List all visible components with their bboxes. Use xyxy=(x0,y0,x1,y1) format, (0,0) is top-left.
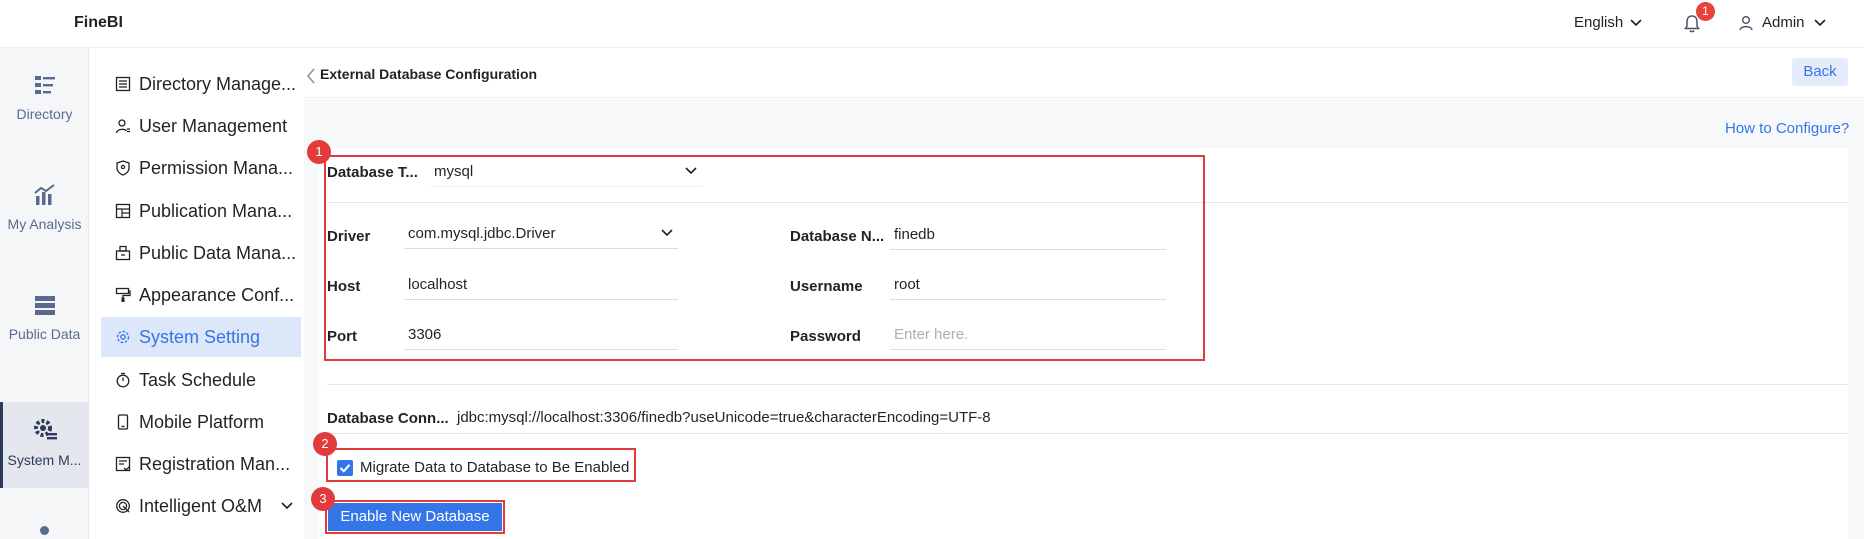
menu-item-task-schedule[interactable]: Task Schedule xyxy=(101,360,301,400)
directory-icon xyxy=(34,76,55,94)
top-bar: FineBI English 1 Admin xyxy=(0,0,1864,48)
rail-item-my-analysis[interactable]: My Analysis xyxy=(0,182,89,268)
annotation-box-1 xyxy=(324,155,1205,361)
language-label: English xyxy=(1574,14,1624,31)
gear-icon xyxy=(116,330,130,344)
menu-item-label: Registration Man... xyxy=(139,453,291,474)
connection-url-value: jdbc:mysql://localhost:3306/finedb?useUn… xyxy=(457,409,991,426)
menu-item-permission-management[interactable]: Permission Mana... xyxy=(101,148,301,188)
brush-icon xyxy=(115,287,131,302)
user-icon xyxy=(115,119,130,134)
rail-label: Public Data xyxy=(8,326,81,342)
rail-label: Directory xyxy=(16,106,73,122)
page-title: External Database Configuration xyxy=(320,66,538,82)
menu-item-label: Intelligent O&M xyxy=(139,495,263,516)
rail-item-directory[interactable]: Directory xyxy=(0,72,89,158)
more-dot-icon xyxy=(40,526,49,535)
menu-item-registration-management[interactable]: Registration Man... xyxy=(101,444,301,484)
connection-url-label: Database Conn... xyxy=(327,410,449,427)
rail-item-system-management[interactable]: System M... xyxy=(0,402,89,488)
divider xyxy=(327,433,1848,434)
menu-item-mobile-platform[interactable]: Mobile Platform xyxy=(101,402,301,442)
menu-item-label: Appearance Conf... xyxy=(139,284,295,305)
menu-item-label: Mobile Platform xyxy=(139,411,265,432)
fingerprint-icon xyxy=(116,499,130,513)
system-management-icon xyxy=(33,419,57,440)
menu-item-system-setting[interactable]: System Setting xyxy=(101,317,301,357)
annotation-box-2 xyxy=(326,448,636,482)
package-icon xyxy=(115,245,131,261)
user-name: Admin xyxy=(1762,14,1805,31)
menu-item-public-data-management[interactable]: Public Data Mana... xyxy=(101,233,301,273)
menu-item-label: Task Schedule xyxy=(139,369,257,390)
divider xyxy=(327,384,1848,385)
menu-item-publication-management[interactable]: Publication Mana... xyxy=(101,191,301,231)
user-menu[interactable]: Admin xyxy=(1738,14,1827,31)
layout-icon xyxy=(115,203,131,219)
menu-item-intelligent-om[interactable]: Intelligent O&M xyxy=(101,486,301,526)
analysis-icon xyxy=(33,184,55,205)
annotation-badge-2: 2 xyxy=(313,432,337,456)
menu-item-label: Publication Mana... xyxy=(139,200,293,221)
shield-icon xyxy=(116,160,130,176)
timer-icon xyxy=(116,372,130,388)
chevron-down-icon xyxy=(1813,18,1826,26)
back-button[interactable]: Back xyxy=(1792,58,1848,86)
public-data-icon xyxy=(34,296,55,315)
list-icon xyxy=(115,76,131,92)
menu-item-appearance-configuration[interactable]: Appearance Conf... xyxy=(101,275,301,315)
rail-item-public-data[interactable]: Public Data xyxy=(0,292,89,378)
menu-item-directory-management[interactable]: Directory Manage... xyxy=(101,64,301,104)
menu-item-user-management[interactable]: User Management xyxy=(101,106,301,146)
icon-rail: Directory My Analysis Public Data System… xyxy=(0,48,89,539)
app-logo: FineBI xyxy=(74,14,123,31)
menu-item-label: Directory Manage... xyxy=(139,73,297,94)
rail-label: My Analysis xyxy=(7,216,82,232)
rail-label: System M... xyxy=(7,452,82,468)
notification-badge: 1 xyxy=(1696,2,1715,21)
annotation-badge-1: 1 xyxy=(307,140,331,164)
language-selector[interactable]: English xyxy=(1574,14,1643,31)
annotation-box-3 xyxy=(325,500,505,534)
phone-icon xyxy=(117,414,129,430)
secondary-menu: Directory Manage... User Management Perm… xyxy=(89,48,304,539)
how-to-configure-link[interactable]: How to Configure? xyxy=(1725,120,1849,137)
chevron-down-icon xyxy=(281,502,293,510)
chevron-down-icon xyxy=(1630,18,1642,26)
menu-item-label: User Management xyxy=(139,115,288,136)
menu-item-label: System Setting xyxy=(139,326,261,347)
page-header xyxy=(304,48,1864,98)
register-icon xyxy=(115,456,131,472)
menu-item-label: Permission Mana... xyxy=(139,157,294,178)
user-icon xyxy=(1739,15,1753,30)
collapse-sidebar-icon[interactable] xyxy=(305,66,317,86)
annotation-badge-3: 3 xyxy=(311,487,335,511)
menu-item-label: Public Data Mana... xyxy=(139,242,297,263)
